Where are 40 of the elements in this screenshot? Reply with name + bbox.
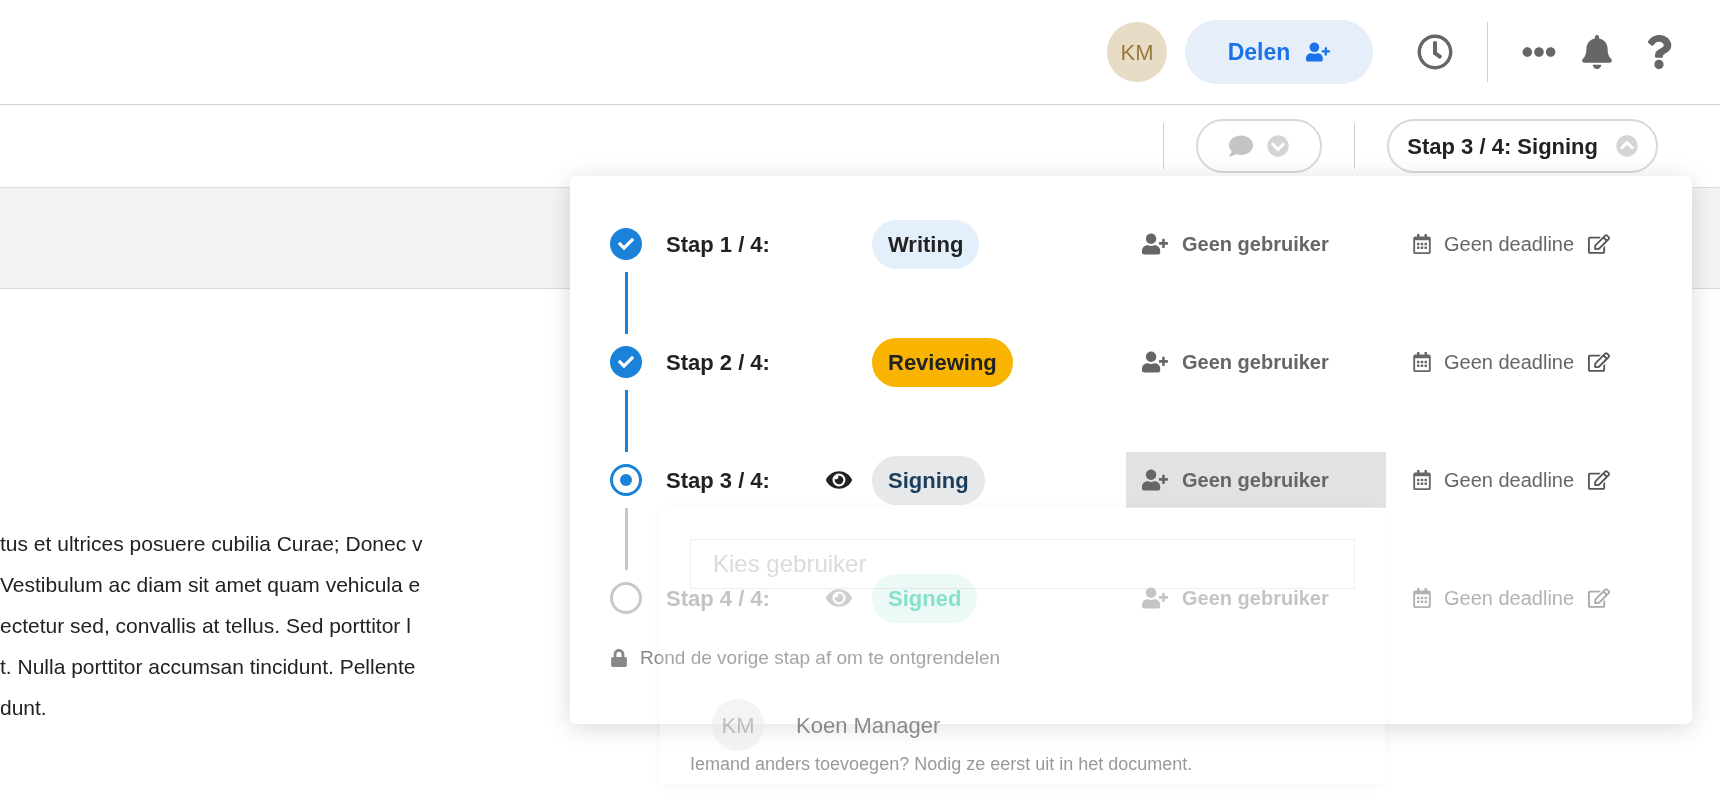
deadline-button[interactable]: Geen deadline — [1412, 347, 1575, 377]
history-icon[interactable] — [1417, 34, 1453, 70]
document-text-line: dunt. — [0, 695, 47, 721]
user-plus-icon — [1306, 40, 1331, 64]
comment-icon — [1229, 134, 1254, 158]
deadline-button[interactable]: Geen deadline — [1412, 229, 1575, 259]
lock-note: Rond de vorige stap af om te ontgrendelen — [640, 646, 1001, 670]
document-text-line: tus et ultrices posuere cubilia Curae; Donec v — [0, 531, 423, 557]
user-plus-icon — [1142, 467, 1168, 493]
step-label: Stap 2 / 4: — [666, 348, 771, 377]
calendar-icon — [1412, 470, 1432, 490]
user-plus-icon — [1142, 231, 1168, 257]
calendar-icon — [1412, 588, 1432, 608]
calendar-icon — [1412, 352, 1432, 372]
step-select-button[interactable]: Stap 3 / 4: Signing — [1387, 119, 1658, 173]
comment-toggle-button[interactable] — [1196, 119, 1323, 173]
lock-icon — [610, 649, 628, 668]
step-status-badge: Reviewing — [872, 337, 1013, 387]
step-status-badge: Signed — [872, 573, 978, 623]
document-text-line: Vestibulum ac diam sit amet quam vehicula e — [0, 572, 421, 598]
caret-icon — [1267, 135, 1290, 157]
user-name: Koen Manager — [796, 711, 941, 740]
edit-icon[interactable] — [1588, 233, 1611, 255]
deadline-button[interactable]: Geen deadline — [1412, 465, 1575, 495]
share-button[interactable]: Delen — [1185, 20, 1373, 84]
user-avatar[interactable]: KM — [1107, 22, 1167, 82]
bell-icon[interactable] — [1580, 35, 1614, 69]
calendar-icon — [1412, 234, 1432, 254]
assign-user-button[interactable]: Geen gebruiker — [1126, 452, 1386, 508]
step-status-badge: Writing — [872, 219, 980, 269]
step-status-badge: Signing — [872, 455, 985, 505]
document-text-line: ectetur sed, convallis at tellus. Sed porttitor l — [0, 613, 411, 639]
invite-hint: Iemand anders toevoegen? Nodig ze eerst uit in het document. — [690, 753, 1194, 776]
edit-icon[interactable] — [1588, 351, 1611, 373]
user-plus-icon — [1142, 349, 1168, 375]
step-label: Stap 3 / 4: — [666, 466, 771, 495]
edit-icon[interactable] — [1588, 469, 1611, 491]
caret-icon — [1616, 135, 1638, 157]
document-text-line: t. Nulla porttitor accumsan tincidunt. Pellente — [0, 654, 416, 680]
step-label: Stap 1 / 4: — [666, 230, 771, 259]
